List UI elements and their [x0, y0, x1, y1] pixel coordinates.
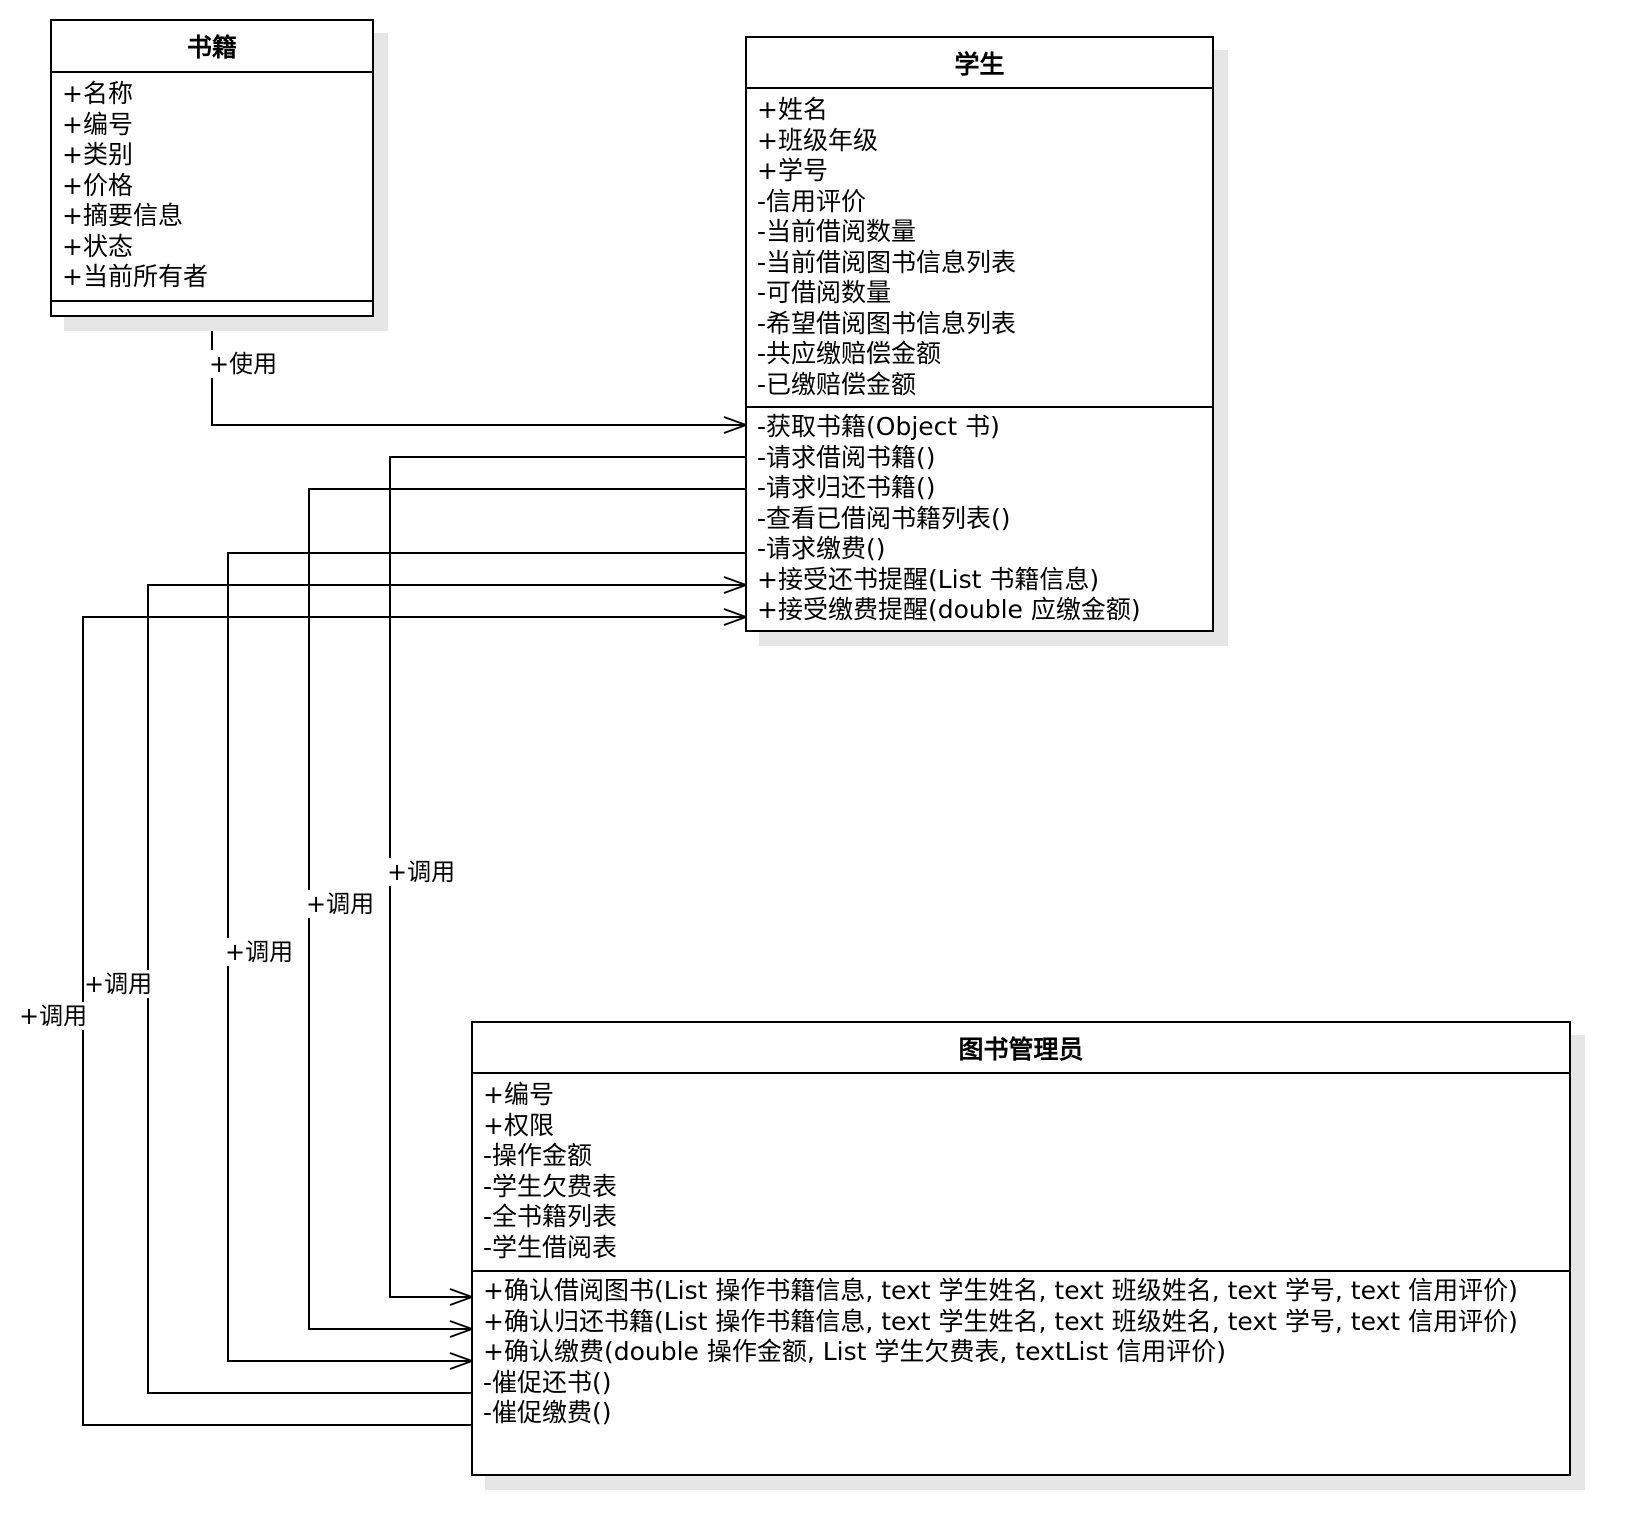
method: -查看已借阅书籍列表()	[757, 503, 1011, 533]
method: -催促缴费()	[483, 1398, 612, 1427]
edge-label-book-uses: +使用	[209, 350, 278, 378]
attribute: +编号	[483, 1080, 554, 1109]
class-book-methods	[52, 302, 372, 315]
attribute: +状态	[62, 231, 133, 261]
class-librarian-title: 图书管理员	[473, 1023, 1569, 1074]
method: +确认借阅图书(List 操作书籍信息, text 学生姓名, text 班级姓…	[483, 1276, 1518, 1305]
method: -请求缴费()	[757, 534, 886, 563]
attribute: -学生欠费表	[483, 1171, 618, 1201]
attribute: -已缴赔偿金额	[757, 369, 917, 399]
attribute: +当前所有者	[62, 262, 208, 291]
method: +接受缴费提醒(double 应缴金额)	[757, 595, 1141, 624]
class-diagram: +使用 +调用 +调用 +调用 +调用 +调用 书籍 +名称 +编号 +类别 +…	[0, 0, 1634, 1540]
attribute: +班级年级	[757, 125, 878, 155]
edge-label-call-urge-pay: +调用	[19, 1002, 88, 1030]
attribute: +学号	[757, 156, 828, 185]
attribute: -当前借阅数量	[757, 217, 917, 246]
class-student[interactable]: 学生 +姓名 +班级年级 +学号 -信用评价 -当前借阅数量 -当前借阅图书信息…	[745, 36, 1214, 632]
attribute: -操作金额	[483, 1141, 593, 1170]
edge-label-call-urge-return: +调用	[84, 970, 153, 998]
method: +确认缴费(double 操作金额, List 学生欠费表, textList …	[483, 1337, 1227, 1366]
class-librarian-attributes: +编号 +权限 -操作金额 -学生欠费表 -全书籍列表 -学生借阅表	[473, 1074, 1569, 1272]
attribute: -可借阅数量	[757, 278, 892, 307]
attribute: +编号	[62, 109, 133, 139]
attribute: -当前借阅图书信息列表	[757, 247, 1017, 277]
edge-book-uses-student	[211, 316, 746, 425]
attribute: +价格	[62, 170, 133, 200]
method: -请求归还书籍()	[757, 473, 936, 502]
attribute: +类别	[62, 140, 133, 169]
class-librarian[interactable]: 图书管理员 +编号 +权限 -操作金额 -学生欠费表 -全书籍列表 -学生借阅表…	[471, 1021, 1571, 1476]
method: +确认归还书籍(List 操作书籍信息, text 学生姓名, text 班级姓…	[483, 1306, 1518, 1336]
attribute: +权限	[483, 1110, 554, 1140]
attribute: -信用评价	[757, 186, 867, 216]
attribute: -希望借阅图书信息列表	[757, 308, 1017, 338]
class-librarian-methods: +确认借阅图书(List 操作书籍信息, text 学生姓名, text 班级姓…	[473, 1272, 1569, 1429]
method: -请求借阅书籍()	[757, 442, 936, 472]
method: -催促还书()	[483, 1367, 612, 1397]
class-book[interactable]: 书籍 +名称 +编号 +类别 +价格 +摘要信息 +状态 +当前所有者	[50, 19, 374, 317]
attribute: +名称	[62, 79, 133, 108]
class-student-title: 学生	[747, 38, 1212, 89]
class-student-attributes: +姓名 +班级年级 +学号 -信用评价 -当前借阅数量 -当前借阅图书信息列表 …	[747, 89, 1212, 408]
edge-label-call-pay: +调用	[225, 938, 294, 966]
class-book-attributes: +名称 +编号 +类别 +价格 +摘要信息 +状态 +当前所有者	[52, 73, 372, 302]
attribute: -共应缴赔偿金额	[757, 339, 942, 368]
attribute: -学生借阅表	[483, 1232, 618, 1262]
class-student-methods: -获取书籍(Object 书) -请求借阅书籍() -请求归还书籍() -查看已…	[747, 408, 1212, 626]
edge-label-call-borrow: +调用	[387, 858, 456, 886]
method: +接受还书提醒(List 书籍信息)	[757, 564, 1100, 594]
edge-label-call-return: +调用	[306, 890, 375, 918]
attribute: +姓名	[757, 95, 828, 124]
class-book-title: 书籍	[52, 21, 372, 73]
method: -获取书籍(Object 书)	[757, 412, 1000, 441]
attribute: -全书籍列表	[483, 1202, 618, 1231]
attribute: +摘要信息	[62, 201, 183, 230]
